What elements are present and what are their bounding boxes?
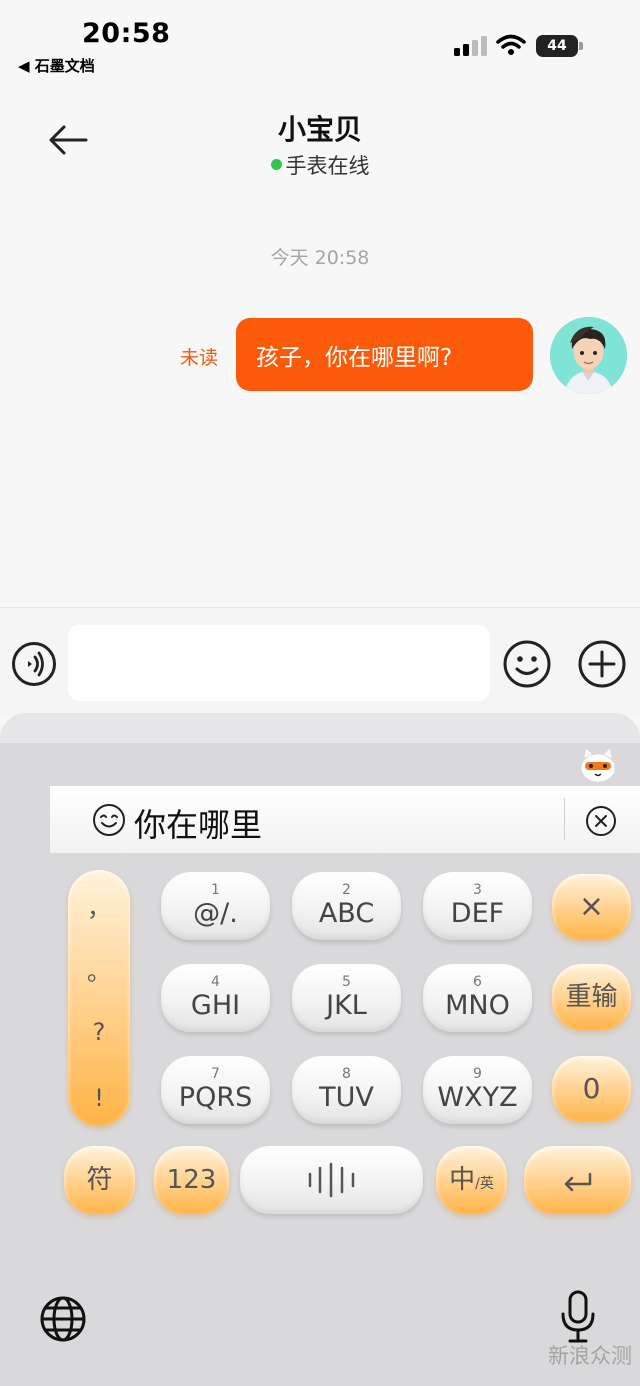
key-letters: MNO [445, 990, 510, 1021]
retype-label: 重输 [565, 982, 618, 1012]
key-4[interactable]: 4 GHI [161, 964, 270, 1032]
key-6[interactable]: 6 MNO [423, 964, 532, 1032]
message-bubble[interactable]: 孩子，你在哪里啊? [236, 318, 533, 391]
key-number: 3 [473, 882, 482, 898]
watermark: 新浪众测 [548, 1344, 632, 1368]
numbers-key[interactable]: 123 [154, 1146, 229, 1214]
punct-period-key[interactable]: 。 [68, 952, 130, 987]
battery-indicator: 44 [536, 35, 578, 57]
key-7[interactable]: 7 PQRS [161, 1056, 270, 1124]
numbers-label: 123 [166, 1165, 217, 1195]
delete-key[interactable]: × [552, 874, 631, 940]
add-more-button[interactable] [577, 639, 627, 689]
key-number: 8 [342, 1066, 351, 1082]
key-letters: TUV [319, 1082, 374, 1113]
chat-timestamp: 今天 20:58 [270, 247, 370, 269]
retype-key[interactable]: 重输 [552, 964, 631, 1030]
online-status-text: 手表在线 [285, 154, 370, 178]
online-dot-icon [270, 159, 282, 170]
wifi-icon [496, 34, 526, 55]
candidate-separator [564, 798, 565, 840]
key-1[interactable]: 1 @/. [161, 872, 270, 940]
key-number: 6 [473, 974, 482, 990]
key-letters: DEF [450, 898, 505, 929]
emoji-button[interactable] [502, 639, 552, 689]
punct-comma-key[interactable]: ， [68, 888, 130, 923]
message-input[interactable] [68, 625, 490, 701]
language-switch-key[interactable]: 中/英 [436, 1146, 507, 1214]
zero-key[interactable]: 0 [552, 1056, 631, 1122]
enter-key[interactable] [524, 1146, 631, 1214]
key-3[interactable]: 3 DEF [423, 872, 532, 940]
microphone-icon[interactable] [558, 1290, 598, 1344]
key-letters: PQRS [178, 1082, 253, 1113]
key-8[interactable]: 8 TUV [292, 1056, 401, 1124]
cellular-signal-icon [454, 36, 487, 56]
key-number: 2 [342, 882, 351, 898]
key-letters: ABC [318, 898, 375, 929]
status-time: 20:58 [82, 18, 171, 49]
symbols-key[interactable]: 符 [64, 1146, 135, 1214]
key-2[interactable]: 2 ABC [292, 872, 401, 940]
back-to-app-link[interactable]: ◀ 石墨文档 [18, 55, 95, 76]
keyboard-mascot-icon[interactable] [578, 746, 618, 784]
avatar-face-icon [550, 317, 627, 394]
key-letters: GHI [190, 990, 241, 1021]
online-status: 手表在线 [0, 150, 640, 180]
punct-question-key[interactable]: ? [68, 1018, 130, 1046]
punct-exclaim-key[interactable]: ! [68, 1084, 130, 1112]
key-5[interactable]: 5 JKL [292, 964, 401, 1032]
key-number: 4 [211, 974, 220, 990]
avatar[interactable] [550, 317, 627, 394]
key-number: 9 [473, 1066, 482, 1082]
return-icon [564, 1172, 592, 1192]
key-number: 7 [211, 1066, 220, 1082]
symbols-label: 符 [86, 1165, 113, 1195]
key-number: 1 [211, 882, 220, 898]
battery-tip [579, 42, 583, 50]
delete-label: × [578, 889, 605, 924]
key-letters: @/. [193, 898, 238, 929]
key-9[interactable]: 9 WXYZ [423, 1056, 532, 1124]
keyboard-top-strip [0, 713, 640, 743]
candidate-word[interactable]: 你在哪里 [134, 800, 262, 846]
smile-emoji-icon[interactable] [92, 803, 126, 837]
clear-candidate-icon[interactable] [585, 805, 617, 837]
key-letters: WXYZ [437, 1082, 518, 1113]
space-key[interactable] [240, 1146, 423, 1214]
chat-screen: { "status_bar": { "time": "20:58", "back… [0, 0, 640, 1386]
chat-title: 小宝贝 [277, 113, 362, 146]
voice-wave-icon [308, 1162, 355, 1198]
key-number: 5 [342, 974, 351, 990]
punctuation-column: ， 。 ? ! [68, 870, 130, 1126]
voice-input-button[interactable] [11, 641, 57, 687]
lang-sub-label: /英 [475, 1176, 494, 1192]
key-letters: JKL [326, 990, 367, 1021]
globe-icon[interactable] [38, 1294, 88, 1344]
zero-label: 0 [582, 1072, 601, 1105]
lang-main-label: 中 [449, 1165, 476, 1195]
unread-label: 未读 [180, 347, 219, 369]
